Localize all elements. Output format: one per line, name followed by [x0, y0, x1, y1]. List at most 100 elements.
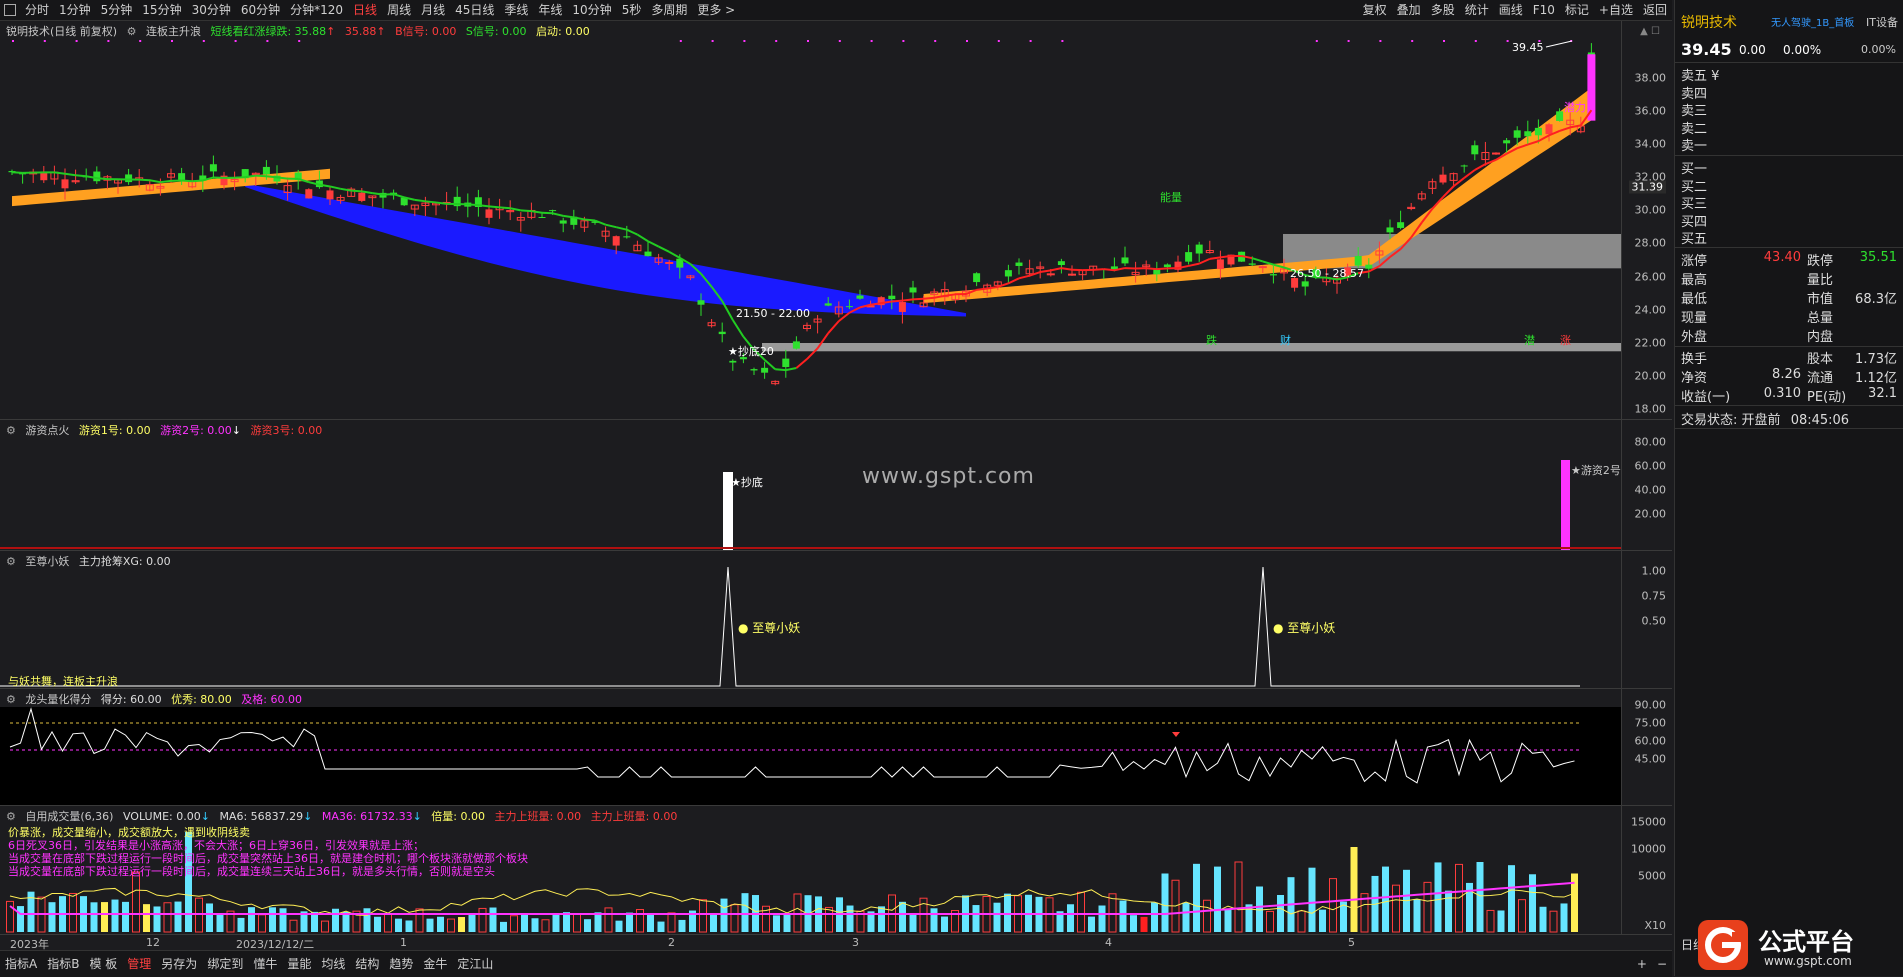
indicator-tab[interactable]: 另存为: [156, 953, 202, 975]
stat-label: 总量: [1807, 307, 1833, 326]
volume-bar: [479, 908, 486, 932]
y-tick-label: 90.00: [1635, 699, 1667, 712]
candle-body: [623, 236, 630, 237]
toolbar-button[interactable]: 标记: [1560, 0, 1594, 20]
toolbar-button[interactable]: +自选: [1594, 0, 1638, 20]
volume-bar: [658, 922, 665, 932]
toolbar-button[interactable]: 返回: [1638, 0, 1672, 20]
period-tab[interactable]: 5秒: [617, 0, 647, 20]
indicator-tab[interactable]: 指标B: [42, 953, 84, 975]
stat-label: 换手: [1681, 348, 1707, 367]
period-tab[interactable]: 周线: [382, 0, 416, 20]
volume-bar: [1120, 901, 1127, 932]
period-tab[interactable]: 5分钟: [96, 0, 138, 20]
b-signal: B信号: 0.00: [395, 25, 456, 38]
indicator-tab[interactable]: 金牛: [418, 953, 452, 975]
period-tab[interactable]: 月线: [416, 0, 450, 20]
youzi2-bar: [1561, 460, 1570, 550]
indicator-tab[interactable]: 结构: [350, 953, 384, 975]
buy-level-label: 买四: [1681, 211, 1707, 230]
y-tick-label: 45.00: [1635, 753, 1667, 766]
indicator-gear-icon-4[interactable]: ⚙: [6, 693, 16, 706]
ma-line-segment: [1146, 268, 1157, 269]
candle-body: [1069, 274, 1076, 275]
period-tab[interactable]: 更多 >: [692, 0, 740, 20]
zhizun-title[interactable]: 至尊小妖: [25, 555, 69, 568]
y-tick-label: 0.75: [1642, 590, 1667, 603]
window-icon[interactable]: [4, 4, 16, 16]
indicator-tab[interactable]: 定江山: [452, 953, 498, 975]
sell-level-label: 卖三: [1681, 100, 1707, 119]
indicator-tab[interactable]: 绑定到: [202, 953, 248, 975]
period-tab[interactable]: 1分钟: [54, 0, 96, 20]
period-tab[interactable]: 45日线: [450, 0, 499, 20]
volume-title[interactable]: 自用成交量(6,36): [25, 810, 113, 823]
toolbar-button[interactable]: 多股: [1426, 0, 1460, 20]
y-tick-label: 75.00: [1635, 717, 1667, 730]
indicator-tab[interactable]: 管理: [122, 953, 156, 975]
volume-bar: [647, 913, 654, 932]
signal-dot: [839, 40, 841, 42]
ma-line-segment: [977, 289, 988, 290]
period-tab[interactable]: 15分钟: [137, 0, 186, 20]
indicator-gear-icon-3[interactable]: ⚙: [6, 555, 16, 568]
volume-bar: [1550, 911, 1557, 932]
indicator-gear-icon-2[interactable]: ⚙: [6, 424, 16, 437]
period-tab[interactable]: 季线: [499, 0, 533, 20]
indicator-name[interactable]: 连板主升浪: [146, 25, 201, 38]
period-tab[interactable]: 分时: [20, 0, 54, 20]
indicator-tab[interactable]: 趋势: [384, 953, 418, 975]
toolbar-button[interactable]: F10: [1528, 0, 1560, 20]
indicator-tab[interactable]: 模 板: [84, 953, 122, 975]
stock-concept[interactable]: 无人驾驶_1B_首板: [1771, 14, 1854, 29]
volume-bar: [1445, 891, 1452, 932]
period-tab[interactable]: 10分钟: [567, 0, 616, 20]
volume-bar: [364, 908, 371, 932]
indicator-tab[interactable]: 懂牛: [248, 953, 282, 975]
price-change-pct: 0.00%: [1783, 43, 1821, 57]
indicator-tab[interactable]: 指标A: [0, 953, 42, 975]
zoom-button[interactable]: −: [1652, 953, 1672, 975]
zoom-button[interactable]: +: [1632, 953, 1652, 975]
volume-bar: [1130, 915, 1137, 932]
candle-body: [645, 252, 652, 257]
signal-dot: [76, 40, 78, 42]
ma-line-segment: [1051, 268, 1062, 270]
signal-dot: [1379, 40, 1381, 42]
period-tab[interactable]: 60分钟: [236, 0, 285, 20]
pane-controls[interactable]: ▲ ☐: [1640, 26, 1660, 37]
indicator-gear-icon[interactable]: ⚙: [127, 25, 137, 38]
period-tab[interactable]: 年线: [533, 0, 567, 20]
volume-bar: [1498, 910, 1505, 932]
divider: [1675, 405, 1903, 406]
signal-dot: [934, 40, 936, 42]
period-tab[interactable]: 分钟*120: [285, 0, 348, 20]
period-tab[interactable]: 日线: [348, 0, 382, 20]
toolbar-button[interactable]: 统计: [1460, 0, 1494, 20]
note-line: 6日死叉36日，引发结果是小涨高涨，不会大涨；6日上穿36日，引发效果就是上涨；: [8, 839, 528, 852]
signal-dot: [235, 40, 237, 42]
ma-line-segment: [616, 227, 627, 230]
indicator-tab[interactable]: 量能: [282, 953, 316, 975]
volume-bar: [248, 907, 255, 932]
ma-line-segment: [637, 235, 648, 242]
volume-bar: [931, 908, 938, 932]
ma6-value: MA6: 56837.29: [219, 810, 303, 823]
sector-button[interactable]: IT设备: [1866, 14, 1898, 30]
volume-bar: [133, 872, 140, 932]
ma-line-segment: [425, 201, 436, 202]
ma-line-segment: [160, 181, 171, 182]
period-tab[interactable]: 30分钟: [187, 0, 236, 20]
ma-line-segment: [192, 180, 203, 181]
score-value: 得分: 60.00: [101, 693, 162, 706]
s-signal: S信号: 0.00: [466, 25, 527, 38]
volume-bar: [605, 908, 612, 932]
toolbar-button[interactable]: 复权: [1358, 0, 1392, 20]
longtou-title[interactable]: 龙头量化得分: [25, 693, 91, 706]
youzi-title[interactable]: 游资点火: [25, 424, 69, 437]
toolbar-button[interactable]: 画线: [1494, 0, 1528, 20]
period-tab[interactable]: 多周期: [646, 0, 692, 20]
indicator-tab[interactable]: 均线: [316, 953, 350, 975]
indicator-gear-icon-5[interactable]: ⚙: [6, 810, 16, 823]
toolbar-button[interactable]: 叠加: [1392, 0, 1426, 20]
